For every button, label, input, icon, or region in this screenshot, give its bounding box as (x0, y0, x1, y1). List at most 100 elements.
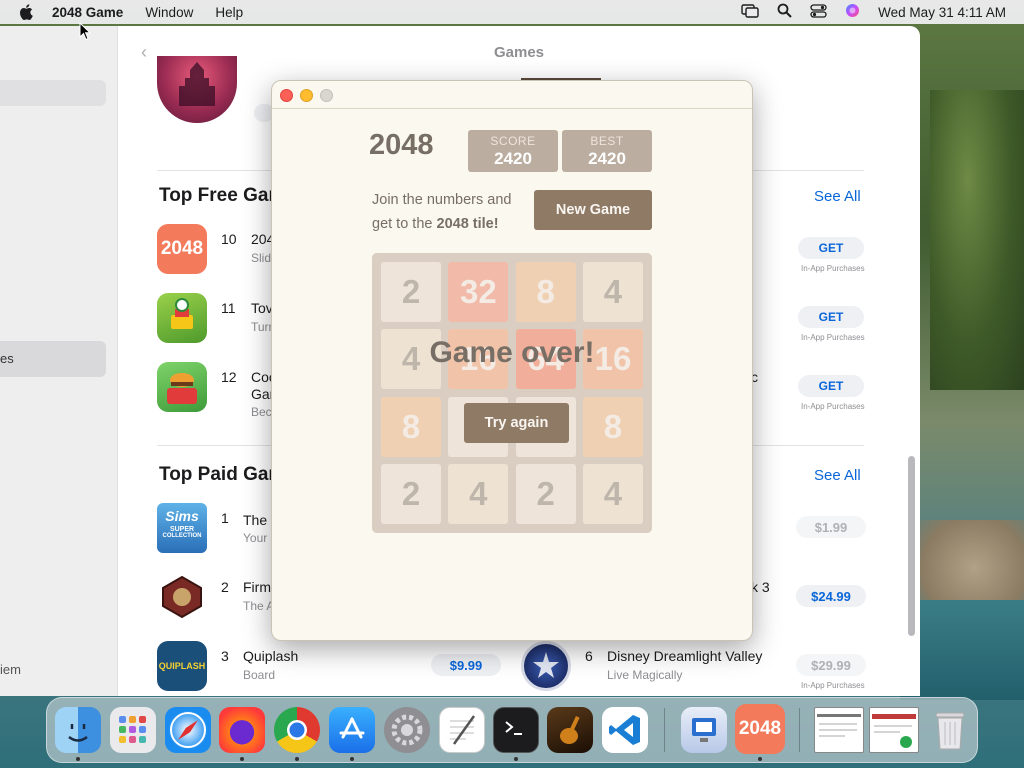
app-icon-label: COLLECTION (162, 533, 202, 539)
app-store-icon[interactable] (329, 707, 375, 753)
running-indicator (240, 757, 244, 761)
app-subtitle: The A (243, 599, 275, 613)
trash-icon[interactable] (927, 707, 973, 753)
best-value: 2420 (588, 149, 626, 168)
apple-menu-icon[interactable] (0, 4, 52, 20)
safari-icon[interactable] (165, 707, 211, 753)
dock: 2048 (46, 697, 978, 763)
running-indicator (76, 757, 80, 761)
app-icon-cooking[interactable] (157, 362, 207, 412)
spotlight-search-icon[interactable] (777, 3, 792, 21)
get-button[interactable]: GET (798, 237, 864, 259)
app-rank: 6 (585, 648, 593, 664)
get-button[interactable]: GET (798, 306, 864, 328)
app-icon-2048[interactable]: 2048 (157, 224, 207, 274)
garageband-icon[interactable] (547, 707, 593, 753)
app-name[interactable]: The (243, 512, 267, 528)
sidebar-item-games[interactable]: es (0, 341, 106, 377)
wallpaper-foliage (930, 90, 1024, 390)
price-button[interactable]: $24.99 (796, 585, 866, 607)
running-indicator (514, 757, 518, 761)
finder-icon[interactable] (55, 707, 101, 753)
terminal-icon[interactable] (493, 707, 539, 753)
menu-window[interactable]: Window (145, 5, 193, 20)
game-over-overlay (372, 253, 652, 533)
running-indicator (350, 757, 354, 761)
menu-datetime[interactable]: Wed May 31 4:11 AM (878, 5, 1006, 20)
textedit-icon[interactable] (439, 707, 485, 753)
app-icon-sims[interactable]: Sims SUPER COLLECTION (157, 503, 207, 553)
app-rank: 11 (221, 300, 236, 316)
page-title: Games (493, 43, 545, 61)
zoom-window-button[interactable] (320, 89, 333, 102)
intro-text-bold: 2048 tile! (436, 216, 499, 232)
app-name[interactable]: Quiplash (243, 648, 298, 664)
app-icon-firmament[interactable] (157, 572, 207, 622)
see-all-top-free-link[interactable]: See All (814, 188, 861, 205)
score-label: SCORE (490, 134, 536, 148)
score-box: SCORE 2420 (468, 130, 558, 172)
scrollbar[interactable] (908, 456, 915, 636)
dock-separator (799, 708, 800, 752)
app-icon-disney-dreamlight[interactable] (521, 641, 571, 691)
app-icon-quiplash[interactable]: QUIPLASH (157, 641, 207, 691)
section-title-top-free: Top Free Gar (159, 185, 276, 206)
window-preview-2[interactable] (869, 707, 919, 753)
best-label: BEST (590, 134, 624, 148)
siri-icon[interactable] (845, 3, 860, 21)
try-again-button[interactable]: Try again (464, 403, 569, 443)
sidebar-search-field[interactable] (0, 80, 106, 106)
mouse-cursor-icon (79, 22, 91, 41)
get-button[interactable]: GET (798, 375, 864, 397)
game-title: 2048 (369, 129, 434, 161)
control-center-icon[interactable] (810, 3, 827, 21)
price-button[interactable]: $9.99 (431, 654, 501, 676)
app-rank: 10 (221, 231, 237, 247)
app-rank: 2 (221, 579, 229, 595)
remote-desktop-icon[interactable] (681, 707, 727, 753)
app-subtitle: Live Magically (607, 668, 683, 682)
app-name[interactable]: Disney Dreamlight Valley (607, 648, 762, 664)
chrome-icon[interactable] (274, 707, 320, 753)
app-rank: 12 (221, 369, 237, 385)
window-preview-1[interactable] (814, 707, 864, 753)
best-box: BEST 2420 (562, 130, 652, 172)
menu-help[interactable]: Help (215, 5, 243, 20)
window-titlebar[interactable] (272, 81, 752, 109)
section-title-top-paid: Top Paid Gar (159, 464, 276, 485)
sidebar: es iem (0, 26, 118, 696)
in-app-purchases-label: In-App Purchases (801, 681, 865, 690)
app-name-fragment: k 3 (751, 579, 770, 595)
intro-text: Join the numbers and get to the 2048 til… (372, 188, 532, 236)
vscode-icon[interactable] (602, 707, 648, 753)
app-name[interactable]: Firm (243, 579, 271, 595)
new-game-button[interactable]: New Game (534, 190, 652, 230)
featured-app-icon[interactable] (157, 56, 237, 123)
screen-mirroring-icon[interactable] (741, 3, 759, 21)
firefox-icon[interactable] (219, 707, 265, 753)
app-subtitle: Your (243, 531, 268, 545)
app-rank: 3 (221, 648, 229, 664)
launchpad-icon[interactable] (110, 707, 156, 753)
price-button[interactable]: $1.99 (796, 516, 866, 538)
app-subtitle: Slid (251, 251, 272, 265)
2048-game-icon[interactable]: 2048 (735, 704, 785, 754)
in-app-purchases-label: In-App Purchases (801, 402, 865, 411)
app-name[interactable]: Tov (251, 300, 273, 316)
running-indicator (295, 757, 299, 761)
menu-bar: 2048 Game Window Help Wed May 31 4:11 AM (0, 0, 1024, 24)
app-icon-town[interactable] (157, 293, 207, 343)
app-subtitle: Board (243, 668, 276, 682)
app-icon-label: SUPER (169, 526, 195, 533)
in-app-purchases-label: In-App Purchases (801, 264, 865, 273)
see-all-top-paid-link[interactable]: See All (814, 467, 861, 484)
game-over-message: Game over! (429, 336, 595, 369)
system-settings-icon[interactable] (384, 707, 430, 753)
sidebar-item-account[interactable]: iem (0, 662, 21, 677)
price-button[interactable]: $29.99 (796, 654, 866, 676)
dock-separator (664, 708, 665, 752)
sidebar-item-label: es (0, 351, 14, 366)
close-window-button[interactable] (280, 89, 293, 102)
minimize-window-button[interactable] (300, 89, 313, 102)
menu-app-name[interactable]: 2048 Game (52, 5, 123, 20)
